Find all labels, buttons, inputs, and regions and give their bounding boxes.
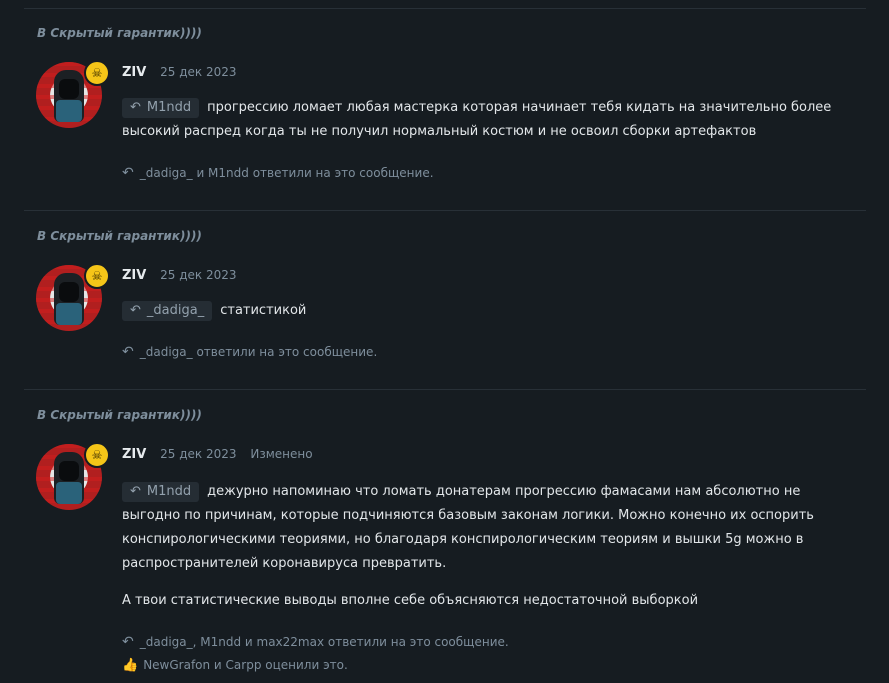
thread-prefix: В: [37, 229, 47, 243]
edited-label[interactable]: Изменено: [250, 447, 312, 461]
post-body: ↶ M1ndd прогрессию ломает любая мастерка к…: [122, 96, 860, 144]
reply-arrow-icon: ↶: [130, 484, 141, 499]
replies-text: _dadiga_ ответили на это сообщение.: [139, 345, 378, 359]
thread-prefix: В: [37, 408, 47, 422]
post-text: прогрессию ломает любая мастерка которая…: [122, 100, 832, 139]
skull-badge-icon: ☠: [84, 263, 110, 289]
replies-info[interactable]: ↶ _dadiga_, M1ndd и max22max ответили на …: [122, 634, 509, 650]
likes-text: NewGrafon и Carpp оценили это.: [143, 658, 348, 672]
divider: [24, 8, 866, 9]
quote-link[interactable]: ↶ _dadiga_: [122, 301, 213, 321]
post-thread-link[interactable]: В Скрытый гарантик)))): [37, 229, 202, 243]
thumbs-up-icon: 👍: [122, 658, 139, 673]
post-text: статистикой: [220, 303, 307, 318]
quote-link[interactable]: ↶ M1ndd: [122, 98, 200, 118]
post-meta: ZIV 25 дек 2023: [122, 268, 237, 283]
post-meta: ZIV 25 дек 2023 Изменено: [122, 447, 313, 462]
post-date[interactable]: 25 дек 2023: [160, 447, 236, 461]
post-thread-link[interactable]: В Скрытый гарантик)))): [37, 408, 202, 422]
thread-title[interactable]: Скрытый гарантик)))): [50, 408, 202, 422]
reply-arrow-icon: ↶: [130, 100, 141, 115]
author-name[interactable]: ZIV: [122, 268, 146, 283]
replies-text: _dadiga_, M1ndd и max22max ответили на э…: [139, 635, 509, 649]
skull-badge-icon: ☠: [84, 442, 110, 468]
replies-info[interactable]: ↶ _dadiga_ ответили на это сообщение.: [122, 344, 377, 360]
quote-user: M1ndd: [146, 100, 192, 115]
author-name[interactable]: ZIV: [122, 65, 146, 80]
post-text-paragraph-2: А твои статистические выводы вполне себе…: [122, 593, 699, 608]
thread-prefix: В: [37, 26, 47, 40]
thread-title[interactable]: Скрытый гарантик)))): [50, 229, 202, 243]
post-date[interactable]: 25 дек 2023: [160, 268, 236, 282]
reply-arrow-icon: ↶: [122, 634, 134, 650]
post-body: ↶ M1ndd дежурно напоминаю что ломать донат…: [122, 480, 860, 576]
quote-link[interactable]: ↶ M1ndd: [122, 482, 200, 502]
replies-text: _dadiga_ и M1ndd ответили на это сообщен…: [139, 166, 434, 180]
divider: [24, 210, 866, 211]
quote-user: M1ndd: [146, 484, 192, 499]
post-thread-link[interactable]: В Скрытый гарантик)))): [37, 26, 202, 40]
likes-info[interactable]: 👍 NewGrafon и Carpp оценили это.: [122, 658, 348, 673]
divider: [24, 389, 866, 390]
post-text: дежурно напоминаю что ломать донатерам п…: [122, 484, 814, 571]
reply-arrow-icon: ↶: [130, 303, 141, 318]
post-body: ↶ _dadiga_ статистикой: [122, 299, 860, 323]
post-date[interactable]: 25 дек 2023: [160, 65, 236, 79]
skull-badge-icon: ☠: [84, 60, 110, 86]
author-name[interactable]: ZIV: [122, 447, 146, 462]
thread-title[interactable]: Скрытый гарантик)))): [50, 26, 202, 40]
replies-info[interactable]: ↶ _dadiga_ и M1ndd ответили на это сообще…: [122, 165, 434, 181]
reply-arrow-icon: ↶: [122, 165, 134, 181]
reply-arrow-icon: ↶: [122, 344, 134, 360]
post-meta: ZIV 25 дек 2023: [122, 65, 237, 80]
quote-user: _dadiga_: [146, 303, 205, 318]
